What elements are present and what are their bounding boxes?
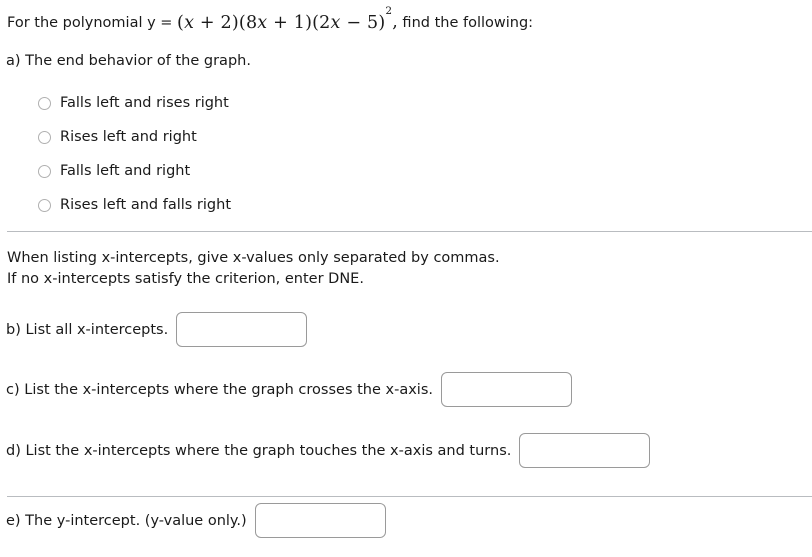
radio-option-label: Falls left and right [60,163,191,179]
section-divider-top [7,231,812,232]
paren-open-2: ( [238,12,246,33]
prompt-trailing-text: find the following: [397,14,534,31]
instructions-line-2: If no x-intercepts satisfy the criterion… [7,271,364,287]
radio-button-icon[interactable] [38,96,51,110]
radio-option-label: Rises left and falls right [60,197,232,213]
factor3-operator: − [340,12,367,33]
polynomial-prompt: For the polynomial y = (x + 2)(8x + 1)(2… [7,5,534,33]
radio-option-2[interactable]: Rises left and right [38,120,231,154]
factor2-variable: x [257,12,268,33]
factor1-constant: 2 [220,12,232,33]
question-label-b: b) List all x-intercepts. [6,321,169,338]
question-row-b: b) List all x-intercepts. [6,312,308,347]
part-a-label: a) The end behavior of the graph. [6,53,251,69]
factor3-constant: 5 [366,12,379,33]
end-behavior-radio-group: Falls left and rises right Rises left an… [38,86,231,222]
question-row-e: e) The y-intercept. (y-value only.) [6,503,386,538]
radio-option-1[interactable]: Falls left and rises right [38,86,231,120]
paren-close-1: ) [231,12,239,33]
question-row-c: c) List the x-intercepts where the graph… [6,372,572,407]
question-label-d: d) List the x-intercepts where the graph… [6,442,512,459]
question-label-c: c) List the x-intercepts where the graph… [6,381,433,398]
answer-input-b[interactable] [176,312,308,347]
question-row-d: d) List the x-intercepts where the graph… [6,433,651,468]
radio-option-label: Rises left and right [60,129,197,145]
section-divider-bottom [7,496,812,497]
question-label-e: e) The y-intercept. (y-value only.) [6,512,247,529]
radio-option-4[interactable]: Rises left and falls right [38,188,231,222]
factor2-operator: + [267,12,294,33]
answer-input-e[interactable] [254,503,386,538]
instructions-line-1: When listing x-intercepts, give x-values… [7,250,500,266]
factor1-variable: x [184,12,195,33]
answer-input-c[interactable] [441,372,572,407]
factor2-coefficient: 8 [245,12,258,33]
radio-option-3[interactable]: Falls left and right [38,154,231,188]
radio-option-label: Falls left and rises right [60,95,229,111]
prompt-lead-text: For the polynomial y = [7,14,178,31]
question-page: For the polynomial y = (x + 2)(8x + 1)(2… [0,0,812,557]
answer-input-d[interactable] [519,433,651,468]
radio-button-icon[interactable] [38,130,51,144]
factor3-coefficient: 2 [319,12,331,33]
factor3-exponent: 2 [385,4,393,17]
radio-button-icon[interactable] [38,198,51,212]
polynomial-expression: (x + 2)(8x + 1)(2x − 5)2 [177,5,392,33]
radio-button-icon[interactable] [38,164,51,178]
factor1-operator: + [194,12,221,33]
factor3-variable: x [330,12,341,33]
factor2-constant: 1 [293,12,306,33]
intercept-instructions: When listing x-intercepts, give x-values… [7,248,500,290]
